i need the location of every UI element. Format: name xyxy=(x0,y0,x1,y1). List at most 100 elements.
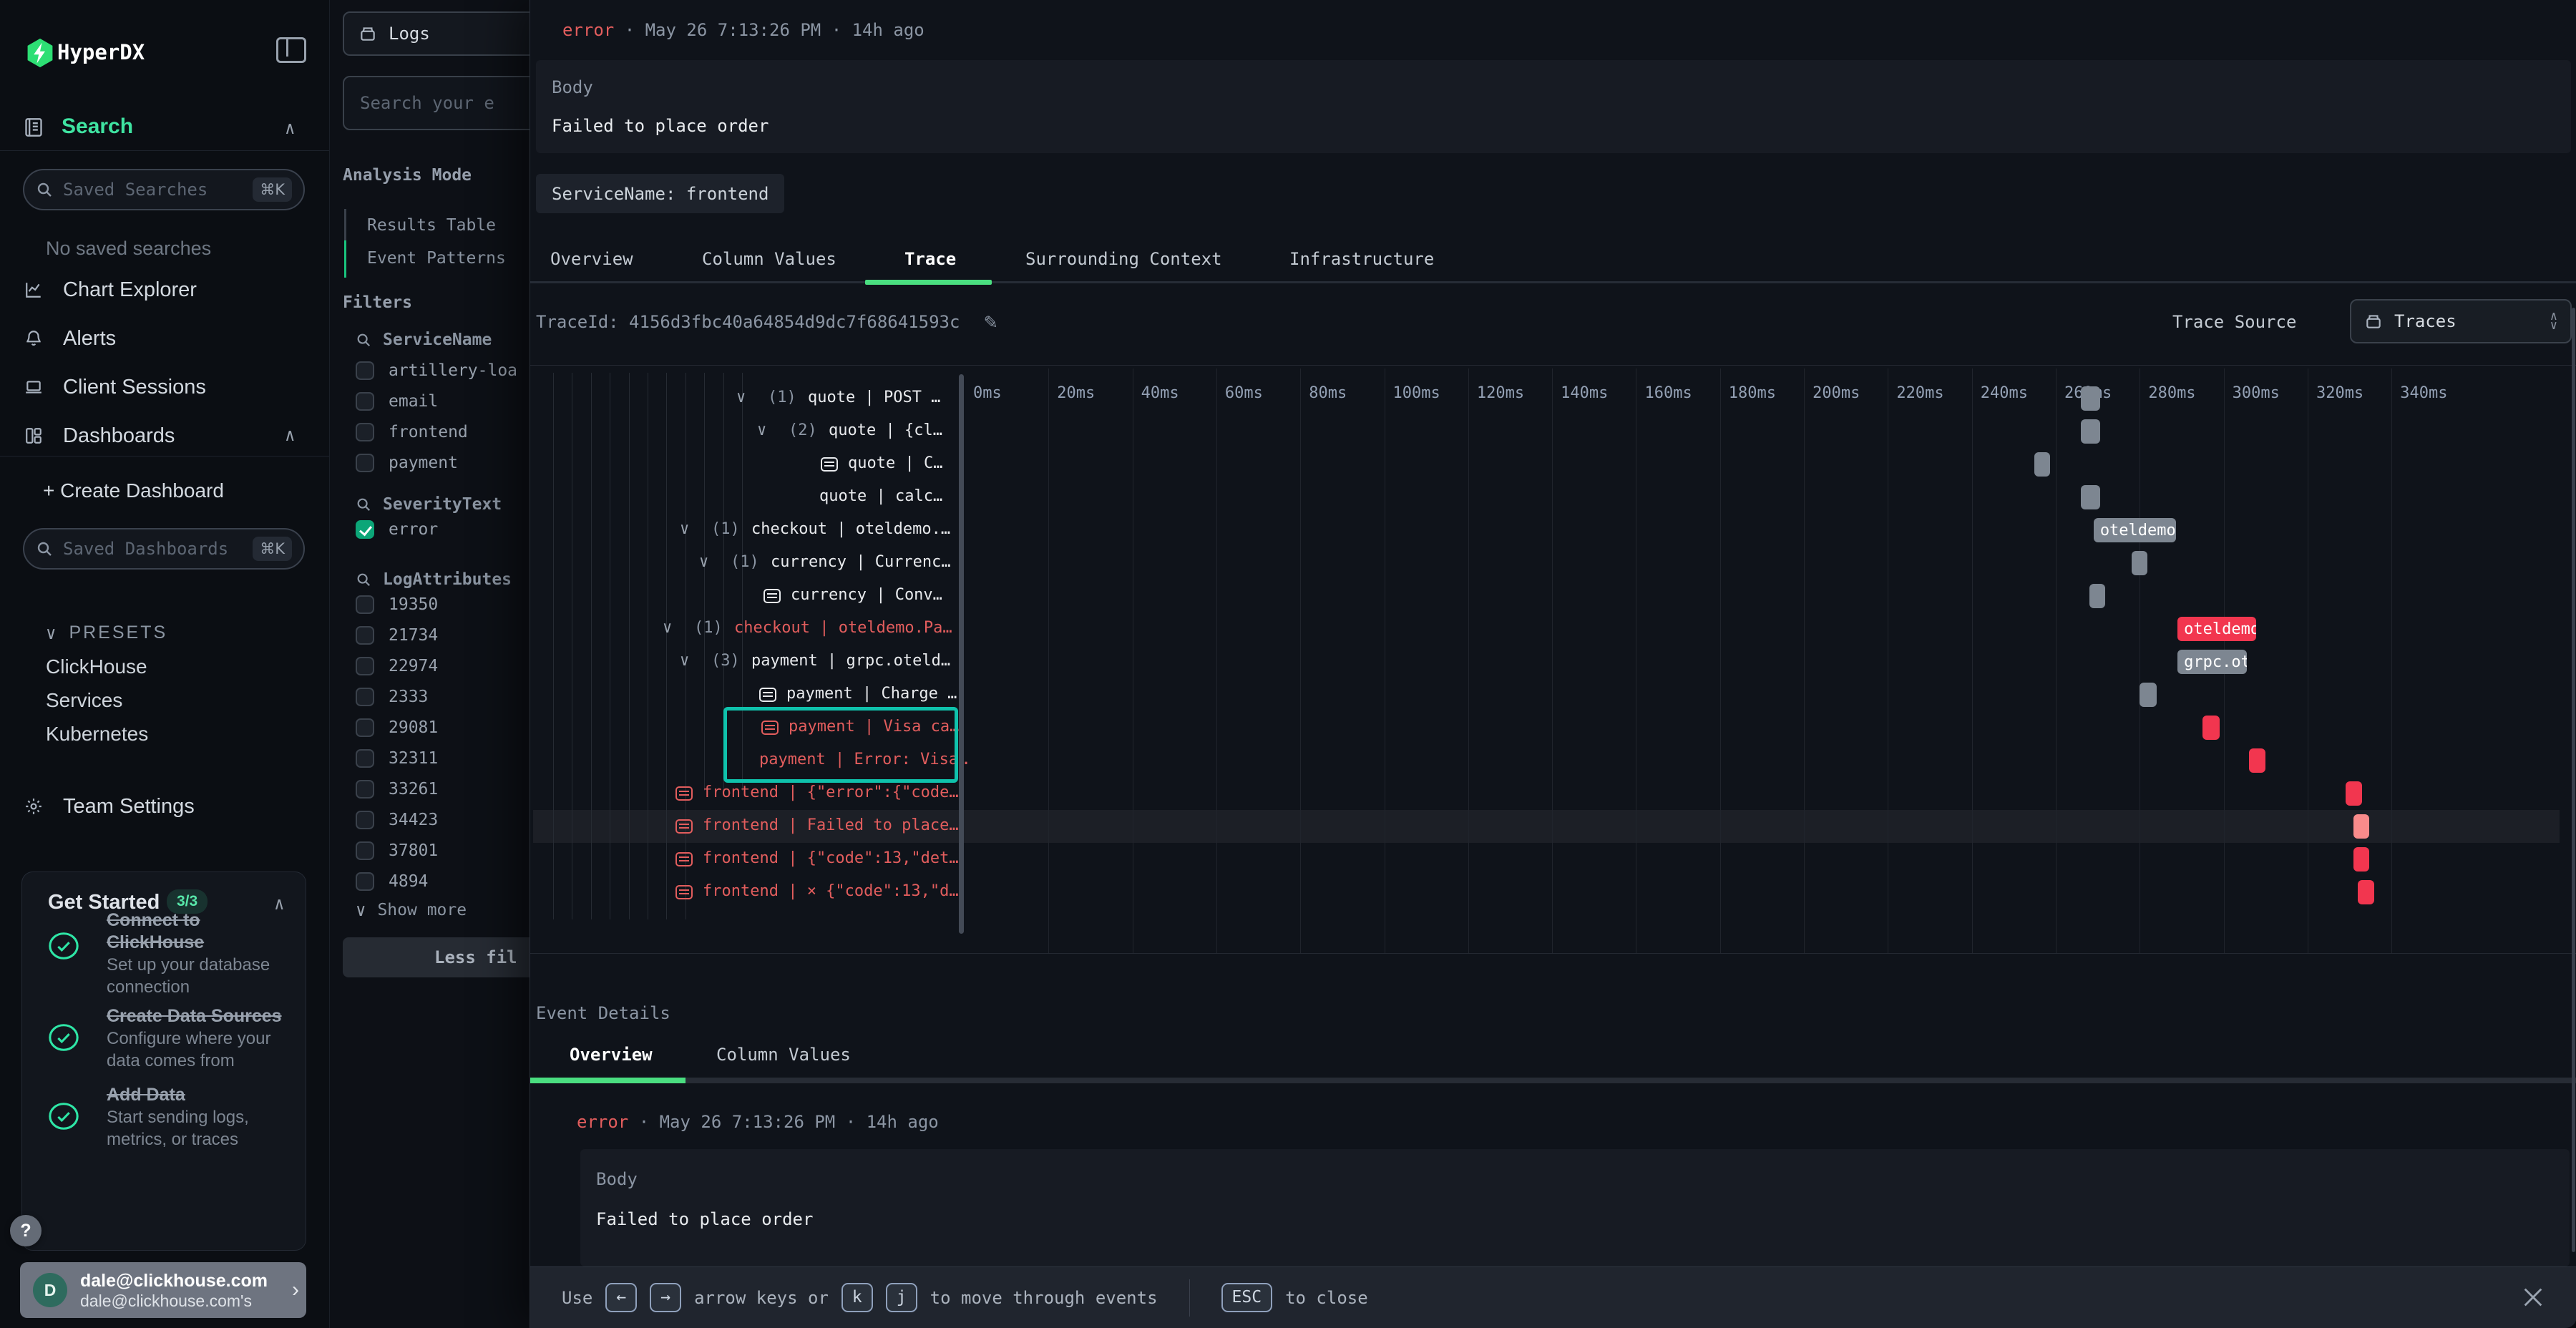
span-bar[interactable] xyxy=(2358,880,2373,904)
expand-chevron-icon[interactable]: ∨ xyxy=(699,553,708,571)
span-row-label[interactable]: frontend | {"code":13,"det… xyxy=(703,849,959,867)
sidebar-item-services[interactable]: Services xyxy=(46,689,122,712)
filter-option[interactable]: payment xyxy=(356,447,530,478)
span-bar[interactable] xyxy=(2089,584,2105,608)
span-bar[interactable]: oteldemo xyxy=(2094,518,2176,542)
get-started-item[interactable]: Create Data Sources Configure where your… xyxy=(107,1005,290,1072)
span-bar[interactable] xyxy=(2346,781,2362,806)
edit-icon[interactable]: ✎ xyxy=(984,309,997,334)
span-bar[interactable] xyxy=(2140,683,2157,707)
checkbox[interactable] xyxy=(356,626,374,645)
span-row-label[interactable]: frontend | {"error":{"code… xyxy=(703,783,959,801)
checkbox-checked[interactable] xyxy=(356,520,374,539)
span-bar[interactable] xyxy=(2081,419,2099,444)
drawer-scrollbar[interactable] xyxy=(2572,308,2575,1252)
tree-scrollbar[interactable] xyxy=(959,374,964,934)
expand-chevron-icon[interactable]: ∨ xyxy=(663,619,672,637)
checkbox[interactable] xyxy=(356,718,374,737)
span-bar[interactable] xyxy=(2081,485,2099,509)
search-collapse-icon[interactable]: ∧ xyxy=(285,118,295,138)
span-row-label[interactable]: quote | C… xyxy=(848,454,942,472)
filter-option[interactable]: email xyxy=(356,386,530,416)
checkbox[interactable] xyxy=(356,454,374,472)
checkbox[interactable] xyxy=(356,361,374,380)
get-started-item[interactable]: Add Data Start sending logs, metrics, or… xyxy=(107,1084,290,1151)
sidebar-item-client-sessions[interactable]: Client Sessions xyxy=(0,366,329,408)
span-row-label[interactable]: quote | POST … xyxy=(808,389,940,406)
close-icon[interactable] xyxy=(2521,1285,2545,1309)
filter-option[interactable]: 21734 xyxy=(356,620,530,650)
expand-chevron-icon[interactable]: ∨ xyxy=(757,421,766,439)
ed-tab-overview[interactable]: Overview xyxy=(570,1045,653,1065)
sidebar-item-team-settings[interactable]: Team Settings xyxy=(0,786,329,827)
mode-event-patterns[interactable]: Event Patterns xyxy=(367,249,506,268)
presets-toggle[interactable]: ∨ PRESETS xyxy=(46,622,167,643)
span-bar[interactable] xyxy=(2132,551,2147,575)
span-row-label[interactable]: checkout | oteldemo.… xyxy=(751,520,950,538)
checkbox[interactable] xyxy=(356,780,374,799)
tab-overview[interactable]: Overview xyxy=(550,249,633,269)
filter-option[interactable]: 4894 xyxy=(356,866,530,897)
tab-column-values[interactable]: Column Values xyxy=(702,249,836,269)
span-bar[interactable]: grpc.otel xyxy=(2177,650,2247,674)
span-bar[interactable] xyxy=(2081,386,2099,411)
checkbox[interactable] xyxy=(356,657,374,675)
checkbox[interactable] xyxy=(356,688,374,706)
checkbox[interactable] xyxy=(356,811,374,829)
checkbox[interactable] xyxy=(356,841,374,860)
dashboards-collapse-icon[interactable]: ∧ xyxy=(285,425,295,445)
span-bar[interactable] xyxy=(2034,452,2050,477)
span-row-label[interactable]: quote | calc… xyxy=(819,487,942,505)
span-row-label[interactable]: quote | {cl… xyxy=(829,421,942,439)
service-name-tag[interactable]: ServiceName: frontend xyxy=(536,174,784,213)
show-more-button[interactable]: ∨ Show more xyxy=(356,900,467,920)
filter-option[interactable]: 32311 xyxy=(356,743,530,773)
create-dashboard-button[interactable]: + Create Dashboard xyxy=(43,479,224,502)
saved-searches-input[interactable]: Saved Searches ⌘K xyxy=(23,169,305,210)
sidebar-item-chart-explorer[interactable]: Chart Explorer xyxy=(0,269,329,311)
sidebar-item-search[interactable]: Search xyxy=(62,114,133,139)
tab-trace[interactable]: Trace xyxy=(904,249,956,269)
filter-option[interactable]: 19350 xyxy=(356,589,530,620)
source-select[interactable]: Logs xyxy=(343,11,530,56)
saved-dashboards-input[interactable]: Saved Dashboards ⌘K xyxy=(23,528,305,570)
span-row-label[interactable]: frontend | × {"code":13,"d… xyxy=(703,882,959,900)
expand-chevron-icon[interactable]: ∨ xyxy=(680,652,689,670)
filter-option[interactable]: 34423 xyxy=(356,804,530,835)
sidebar-item-clickhouse[interactable]: ClickHouse xyxy=(46,655,147,678)
checkbox[interactable] xyxy=(356,392,374,411)
span-bar[interactable]: oteldemo xyxy=(2177,617,2256,641)
span-row-label[interactable]: payment | grpc.oteld… xyxy=(751,652,950,670)
tab-surrounding-context[interactable]: Surrounding Context xyxy=(1025,249,1222,269)
span-row-label[interactable]: checkout | oteldemo.Pa… xyxy=(734,619,952,637)
sidebar-item-alerts[interactable]: Alerts xyxy=(0,318,329,359)
filter-option[interactable]: 37801 xyxy=(356,835,530,866)
ed-tab-column-values[interactable]: Column Values xyxy=(716,1045,851,1065)
checkbox[interactable] xyxy=(356,595,374,614)
span-bar[interactable] xyxy=(2202,716,2219,740)
user-card[interactable]: D dale@clickhouse.com dale@clickhouse.co… xyxy=(20,1262,306,1318)
expand-chevron-icon[interactable]: ∨ xyxy=(680,520,689,538)
span-row-label[interactable]: currency | Conv… xyxy=(791,586,942,604)
get-started-item[interactable]: Connect to ClickHouse Set up your databa… xyxy=(107,909,290,998)
span-row-label[interactable]: frontend | Failed to place… xyxy=(703,816,959,834)
event-search-input[interactable]: Search your e xyxy=(343,76,530,130)
span-bar[interactable] xyxy=(2353,814,2369,839)
filter-option[interactable]: 33261 xyxy=(356,773,530,804)
help-button[interactable]: ? xyxy=(10,1215,42,1246)
expand-chevron-icon[interactable]: ∨ xyxy=(736,389,746,406)
mode-results-table[interactable]: Results Table xyxy=(367,216,496,235)
checkbox[interactable] xyxy=(356,749,374,768)
span-bar[interactable] xyxy=(2353,847,2369,872)
less-filters-button[interactable]: Less fil xyxy=(343,937,530,977)
sidebar-item-dashboards[interactable]: Dashboards xyxy=(0,415,329,456)
filter-option[interactable]: frontend xyxy=(356,416,530,447)
span-row-label[interactable]: currency | Currenc… xyxy=(771,553,951,571)
span-row-label[interactable]: payment | Charge … xyxy=(786,685,957,703)
checkbox[interactable] xyxy=(356,423,374,441)
trace-waterfall[interactable]: 0ms20ms40ms60ms80ms100ms120ms140ms160ms1… xyxy=(530,368,2576,953)
collapse-sidebar-icon[interactable] xyxy=(276,37,306,63)
sidebar-item-kubernetes[interactable]: Kubernetes xyxy=(46,723,148,746)
filter-option[interactable]: artillery-loa xyxy=(356,355,530,386)
span-bar[interactable] xyxy=(2249,748,2265,773)
